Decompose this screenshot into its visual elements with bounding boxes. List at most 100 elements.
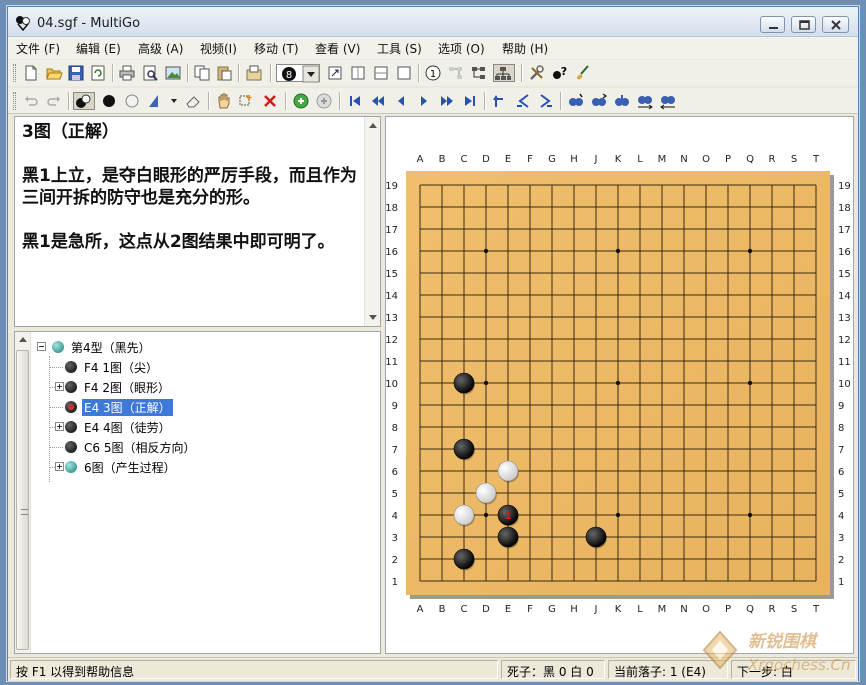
swap-button[interactable]: [636, 92, 654, 110]
menu-video[interactable]: 视频(I): [200, 40, 237, 57]
hoshi-point: [747, 248, 753, 254]
marker-dropdown[interactable]: [146, 92, 180, 110]
menu-help[interactable]: 帮助 (H): [502, 40, 548, 57]
close-icon: [831, 20, 841, 30]
white-stone-button[interactable]: [123, 92, 141, 110]
white-stone[interactable]: [453, 504, 475, 526]
save-button[interactable]: [67, 64, 85, 82]
scroll-down-arrow-icon[interactable]: [369, 315, 377, 320]
move-number-dropdown[interactable]: 8: [276, 64, 320, 83]
open-button[interactable]: [45, 64, 63, 82]
row-label-left: 14: [386, 291, 398, 302]
menu-tools[interactable]: 工具 (S): [377, 40, 422, 57]
delete-button[interactable]: [261, 92, 279, 110]
black-stone[interactable]: [453, 372, 475, 394]
copy-icon: [194, 65, 210, 81]
hand-button[interactable]: [215, 92, 233, 110]
board-view-1-button[interactable]: [326, 64, 344, 82]
minimize-button[interactable]: [760, 16, 785, 33]
tree-view-1-button[interactable]: [447, 64, 465, 82]
white-stone[interactable]: [475, 482, 497, 504]
column-label-top: G: [548, 154, 556, 165]
comment-scrollbar[interactable]: [364, 117, 380, 326]
black-stone[interactable]: [453, 438, 475, 460]
comment-pane[interactable]: 3图（正解） 黑1上立，是夺白眼形的严厉手段，而且作为三间开拆的防守也是充分的形…: [14, 116, 381, 327]
menu-move[interactable]: 移动 (T): [254, 40, 299, 57]
fast-back-button[interactable]: [369, 92, 387, 110]
redo-button[interactable]: [45, 92, 63, 110]
copy-button[interactable]: [193, 64, 211, 82]
toolbar-grip[interactable]: [13, 64, 16, 82]
white-stone[interactable]: [497, 460, 519, 482]
select-region-button[interactable]: [238, 92, 256, 110]
tree-view-2-button[interactable]: [470, 64, 488, 82]
stone-question-button[interactable]: ?: [551, 64, 569, 82]
menu-options[interactable]: 选项 (O): [438, 40, 485, 57]
menu-view[interactable]: 查看 (V): [315, 40, 360, 57]
swap-2-button[interactable]: [659, 92, 677, 110]
menu-advanced[interactable]: 高级 (A): [138, 40, 183, 57]
expand-icon[interactable]: [55, 422, 64, 431]
tools-button[interactable]: [528, 64, 546, 82]
maximize-button[interactable]: [791, 16, 816, 33]
move-number-button[interactable]: 1: [424, 64, 442, 82]
column-label-top: H: [570, 154, 578, 165]
expand-icon[interactable]: [55, 382, 64, 391]
go-board[interactable]: AABBCCDDEEFFGGHHJJKKLLMMNNOOPPQQRRSSTT19…: [386, 117, 853, 653]
last-move-button[interactable]: [461, 92, 479, 110]
play-start-icon: [293, 93, 309, 109]
back-button[interactable]: [392, 92, 410, 110]
menu-edit[interactable]: 编辑 (E): [76, 40, 121, 57]
black-stone-icon: [65, 361, 77, 373]
scroll-up-arrow-icon[interactable]: [19, 337, 27, 342]
print-preview-button[interactable]: [141, 64, 159, 82]
undo-button[interactable]: [22, 92, 40, 110]
play-pause-button[interactable]: [315, 92, 333, 110]
refresh-button[interactable]: [89, 64, 107, 82]
column-label-top: R: [769, 154, 776, 165]
board-view-4-icon: [397, 66, 411, 80]
forward-button[interactable]: [415, 92, 433, 110]
board-view-2-icon: [351, 66, 365, 80]
branch-up-icon: [493, 95, 503, 107]
tree-view-3-button[interactable]: [493, 64, 515, 82]
fast-forward-icon: [441, 96, 453, 106]
close-button[interactable]: [822, 16, 849, 33]
toolbar-grip[interactable]: [13, 92, 16, 110]
board-view-3-button[interactable]: [372, 64, 390, 82]
scroll-thumb[interactable]: [16, 350, 29, 650]
black-stone-button[interactable]: [100, 92, 118, 110]
menu-file[interactable]: 文件 (F): [16, 40, 60, 57]
search-2-button[interactable]: [590, 92, 608, 110]
branch-prev-button[interactable]: [514, 92, 532, 110]
column-label-top: F: [527, 154, 533, 165]
maximize-icon: [799, 20, 810, 30]
expand-icon[interactable]: [55, 462, 64, 471]
black-stone[interactable]: [453, 548, 475, 570]
tree-scrollbar[interactable]: [15, 332, 31, 653]
brush-button[interactable]: [574, 64, 592, 82]
search-1-button[interactable]: [567, 92, 585, 110]
fast-forward-button[interactable]: [438, 92, 456, 110]
new-file-button[interactable]: [22, 64, 40, 82]
toolbar-separator: [270, 64, 271, 82]
print-button[interactable]: [118, 64, 136, 82]
alternate-play-button[interactable]: [73, 92, 95, 110]
branch-up-button[interactable]: [491, 92, 509, 110]
collapse-icon[interactable]: [37, 342, 46, 351]
branch-next-button[interactable]: [537, 92, 555, 110]
export-image-button[interactable]: [164, 64, 182, 82]
play-start-button[interactable]: [292, 92, 310, 110]
title-bar[interactable]: 04.sgf - MultiGo: [8, 7, 858, 37]
eraser-button[interactable]: [184, 92, 202, 110]
scroll-up-arrow-icon[interactable]: [369, 123, 377, 128]
paste-button[interactable]: [215, 64, 233, 82]
board-view-4-button[interactable]: [395, 64, 413, 82]
board-view-1-icon: [328, 66, 342, 80]
black-stone[interactable]: [585, 526, 607, 548]
first-move-button[interactable]: [346, 92, 364, 110]
board-view-2-button[interactable]: [349, 64, 367, 82]
properties-button[interactable]: [245, 64, 263, 82]
black-stone[interactable]: [497, 526, 519, 548]
search-3-button[interactable]: [613, 92, 631, 110]
